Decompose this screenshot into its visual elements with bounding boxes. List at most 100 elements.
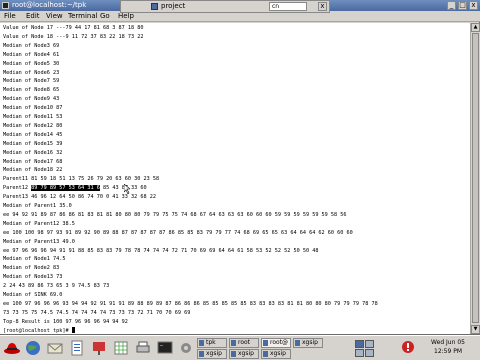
terminal-line: Median of Node17 68 [3,158,62,166]
terminal-output[interactable]: Value of Node 17 ---79 44 17 81 68 3 87 … [0,23,470,334]
taskbar-task[interactable]: xgsip [197,349,227,359]
scroll-down-arrow-icon[interactable]: ▼ [471,325,480,334]
terminal-line-text: Top-8 Result is 100 97 96 96 96 94 94 92 [3,318,128,325]
menu-go[interactable]: Go [100,11,110,22]
terminal-line-text: Parent13 46 96 12 64 50 86 74 70 0 41 33… [3,194,157,201]
parent12-label: Parent12 [3,185,32,192]
terminal-line: ee 94 92 91 89 87 86 86 81 83 81 81 80 8… [3,211,347,219]
redhat-menu-icon[interactable] [3,339,21,357]
workspace-4[interactable] [365,349,374,357]
terminal-line-text: Median of Node9 43 [3,96,60,103]
mail-icon[interactable] [46,339,64,357]
task-window-icon [231,340,236,346]
terminal-line-text: Median of Node12 80 [3,122,63,129]
terminal-line-text: Median of Node8 65 [3,87,60,94]
close-button[interactable]: x [469,1,478,10]
task-window-icon [263,351,268,357]
vertical-scrollbar[interactable]: ▲ ▼ [470,23,480,334]
terminal-line: Value of Node 17 ---79 44 17 81 68 3 87 … [3,24,144,32]
terminal-launcher-icon[interactable] [156,339,174,357]
menu-edit[interactable]: Edit [26,11,40,22]
project-window-icon [151,3,158,10]
taskbar-task[interactable]: xgsip [229,349,259,359]
terminal-line: Median of Node6 23 [3,69,59,77]
workspace-1[interactable] [355,340,364,348]
terminal-window: root@localhost:~/tpk _ □ x File Edit Vie… [0,0,480,335]
terminal-line-text: Median of Node1 74.5 [3,256,66,263]
task-window-icon [199,340,204,346]
window-title: root@localhost:~/tpk [12,1,87,9]
workspace-2[interactable] [365,340,374,348]
terminal-line-text: Median of Node2 83 [3,265,60,272]
terminal-line: Median of Node1 74.5 [3,255,65,263]
scroll-up-arrow-icon[interactable]: ▲ [471,23,480,32]
terminal-line-text: Median of Node17 68 [3,158,63,165]
printer-icon[interactable] [134,339,152,357]
spreadsheet-icon[interactable] [112,339,130,357]
terminal-line: Top-8 Result is 100 97 96 96 96 94 94 92 [3,318,128,326]
terminal-line: Median of Node5 30 [3,60,59,68]
terminal-line: Median of Node12 80 [3,122,62,130]
terminal-line-text: Median of Parent12 38.5 [3,220,75,227]
menu-file[interactable]: File [4,11,16,22]
menu-terminal[interactable]: Terminal [68,11,98,22]
maximize-button[interactable]: □ [458,1,467,10]
taskbar-task[interactable]: xgsip [293,338,323,348]
taskbar: tpk root root@ xgsip xgsip xgsip xgsip W… [0,335,480,360]
presentation-icon[interactable] [90,339,108,357]
terminal-line: ee 100 100 98 97 93 91 89 92 90 89 88 87… [3,229,353,237]
taskbar-task[interactable]: root@ [261,338,291,348]
task-window-icon [263,340,268,346]
taskbar-task[interactable]: root [229,338,259,348]
selected-text[interactable]: 89 79 89 57 53 64 31 6 [31,185,100,192]
terminal-line: 2 24 43 89 86 73 65 3 9 74.5 83 73 [3,282,109,290]
project-window-titlebar[interactable]: project cn x [120,0,330,13]
terminal-line-text: Median of Node4 61 [3,51,60,58]
text-cursor [71,327,75,334]
terminal-line: Median of Node8 65 [3,86,59,94]
terminal-line: Value of Node 18 ---9 11 72 37 83 22 18 … [3,33,144,41]
terminal-line-text: Parent11 81 59 18 51 13 75 26 79 20 63 6… [3,176,160,183]
terminal-line-text: 2 24 43 89 86 73 65 3 9 74.5 83 73 [3,283,110,290]
terminal-line-text: ee 100 97 96 96 96 93 94 94 92 91 91 91 … [3,300,378,307]
minimize-button[interactable]: _ [447,1,456,10]
project-window-title: project [161,2,186,10]
menu-view[interactable]: View [46,11,63,22]
clock[interactable]: Wed Jun 05 12:59 PM [422,338,474,356]
terminal-line-text: Median of Node3 69 [3,42,60,49]
update-notifier-icon[interactable] [400,339,416,355]
terminal-line: ee 97 96 96 96 94 91 91 88 85 83 83 79 7… [3,247,318,255]
browser-globe-icon[interactable] [24,339,42,357]
terminal-line-text: ee 100 100 98 97 93 91 89 92 90 89 88 87… [3,229,353,236]
terminal-line-text: ee 94 92 91 89 87 86 86 81 83 81 81 80 8… [3,211,347,218]
taskbar-task[interactable]: tpk [197,338,227,348]
terminal-line-text: Median of Node7 59 [3,78,60,85]
terminal-line: Parent11 81 59 18 51 13 75 26 79 20 63 6… [3,175,159,183]
project-close-icon[interactable]: x [318,2,327,11]
clock-date: Wed Jun 05 [431,339,465,346]
terminal-line: Median of Parent1 35.0 [3,202,72,210]
terminal-line: Median of Node14 45 [3,131,62,139]
terminal-line: Median of Node15 39 [3,140,62,148]
workspace-pager [355,340,395,357]
terminal-line-text: Median of Node5 30 [3,60,60,67]
scroll-thumb[interactable] [472,33,479,323]
terminal-line: Median of Node2 83 [3,264,59,272]
settings-icon[interactable] [177,339,195,357]
terminal-line: Median of Node18 22 [3,166,62,174]
terminal-line: Median of Node16 32 [3,149,62,157]
terminal-line-text: Value of Node 18 ---9 11 72 37 83 22 18 … [3,33,144,40]
office-writer-icon[interactable] [68,339,86,357]
terminal-line: Median of Node10 87 [3,104,62,112]
workspace-3[interactable] [355,349,364,357]
terminal-line: Parent13 46 96 12 64 50 86 74 70 0 41 33… [3,193,156,201]
mouse-pointer-icon [124,184,130,194]
taskbar-task[interactable]: xgsip [261,349,291,359]
terminal-line-text: Value of Node 17 ---79 44 17 81 68 3 87 … [3,25,144,31]
terminal-app-icon [2,2,9,9]
language-select[interactable]: cn [269,2,307,11]
terminal-line: Median of Parent13 49.0 [3,238,75,246]
terminal-line-text: Median of Node10 87 [3,105,63,112]
terminal-line-text: Median of Parent1 35.0 [3,203,72,209]
terminal-line: Median of Node13 73 [3,273,62,281]
